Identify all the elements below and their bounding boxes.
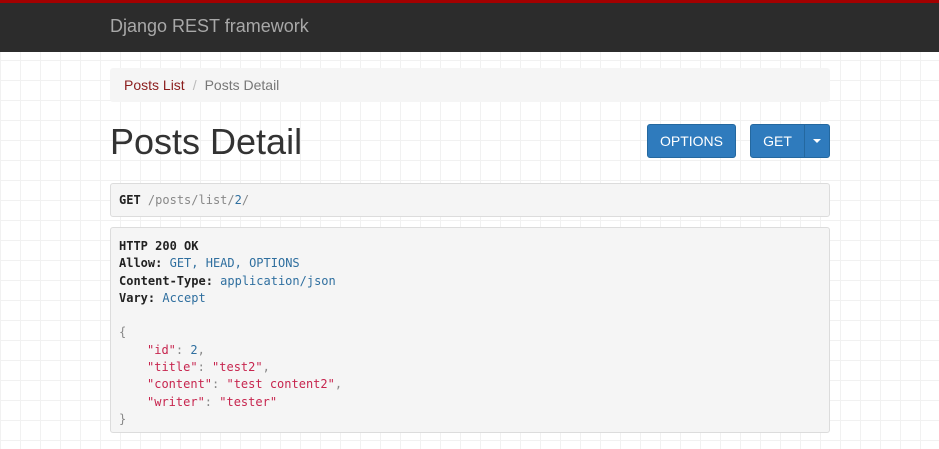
json-key: "content" — [147, 377, 213, 392]
json-value: "tester" — [219, 394, 278, 409]
json-key: "writer" — [147, 394, 205, 409]
request-path-suffix: / — [241, 193, 250, 207]
response-info: HTTP 200 OK Allow: GET, HEAD, OPTIONS Co… — [110, 227, 830, 433]
breadcrumb-separator: / — [192, 77, 197, 93]
request-path-prefix: /posts/list/ — [147, 193, 235, 207]
header-value: application/json — [220, 273, 336, 288]
navbar: Django REST framework — [0, 0, 939, 52]
brand-link[interactable]: Django REST framework — [110, 16, 309, 37]
json-field-id: "id": 2, — [147, 342, 205, 357]
request-method: GET — [119, 193, 141, 207]
json-value: "test2" — [212, 360, 263, 375]
response-header-vary: Vary: Accept — [119, 290, 821, 307]
request-path-id[interactable]: 2 — [235, 193, 242, 207]
breadcrumb-item-posts-list[interactable]: Posts List — [124, 77, 185, 93]
header-name: Content-Type: — [119, 273, 213, 288]
json-value: "test content2" — [226, 377, 335, 392]
response-header-content-type: Content-Type: application/json — [119, 273, 821, 290]
response-status: HTTP 200 OK — [119, 239, 199, 253]
header-value: GET, HEAD, OPTIONS — [169, 256, 300, 271]
breadcrumb: Posts List / Posts Detail — [110, 68, 830, 102]
breadcrumb-item-posts-detail: Posts Detail — [204, 77, 280, 93]
get-button[interactable]: GET — [750, 124, 805, 158]
json-key: "id" — [147, 342, 176, 357]
json-field-title: "title": "test2", — [147, 360, 270, 375]
request-info: GET /posts/list/2/ — [110, 183, 830, 217]
header-name: Vary: — [119, 290, 156, 305]
json-field-content: "content": "test content2", — [147, 377, 343, 392]
json-open-brace: { — [119, 325, 127, 340]
caret-down-icon — [813, 139, 821, 143]
header-name: Allow: — [119, 256, 163, 271]
json-comma: , — [334, 377, 343, 392]
json-key: "title" — [147, 360, 198, 375]
json-close-brace: } — [119, 411, 127, 426]
options-button[interactable]: OPTIONS — [647, 124, 736, 158]
json-comma: , — [262, 360, 270, 375]
get-format-dropdown-toggle[interactable] — [804, 124, 830, 158]
page-title: Posts Detail — [110, 121, 303, 162]
json-comma: , — [197, 342, 205, 357]
json-field-writer: "writer": "tester" — [147, 394, 278, 409]
response-header-allow: Allow: GET, HEAD, OPTIONS — [119, 255, 821, 272]
header-value: Accept — [162, 290, 206, 305]
json-value: 2 — [190, 342, 198, 357]
